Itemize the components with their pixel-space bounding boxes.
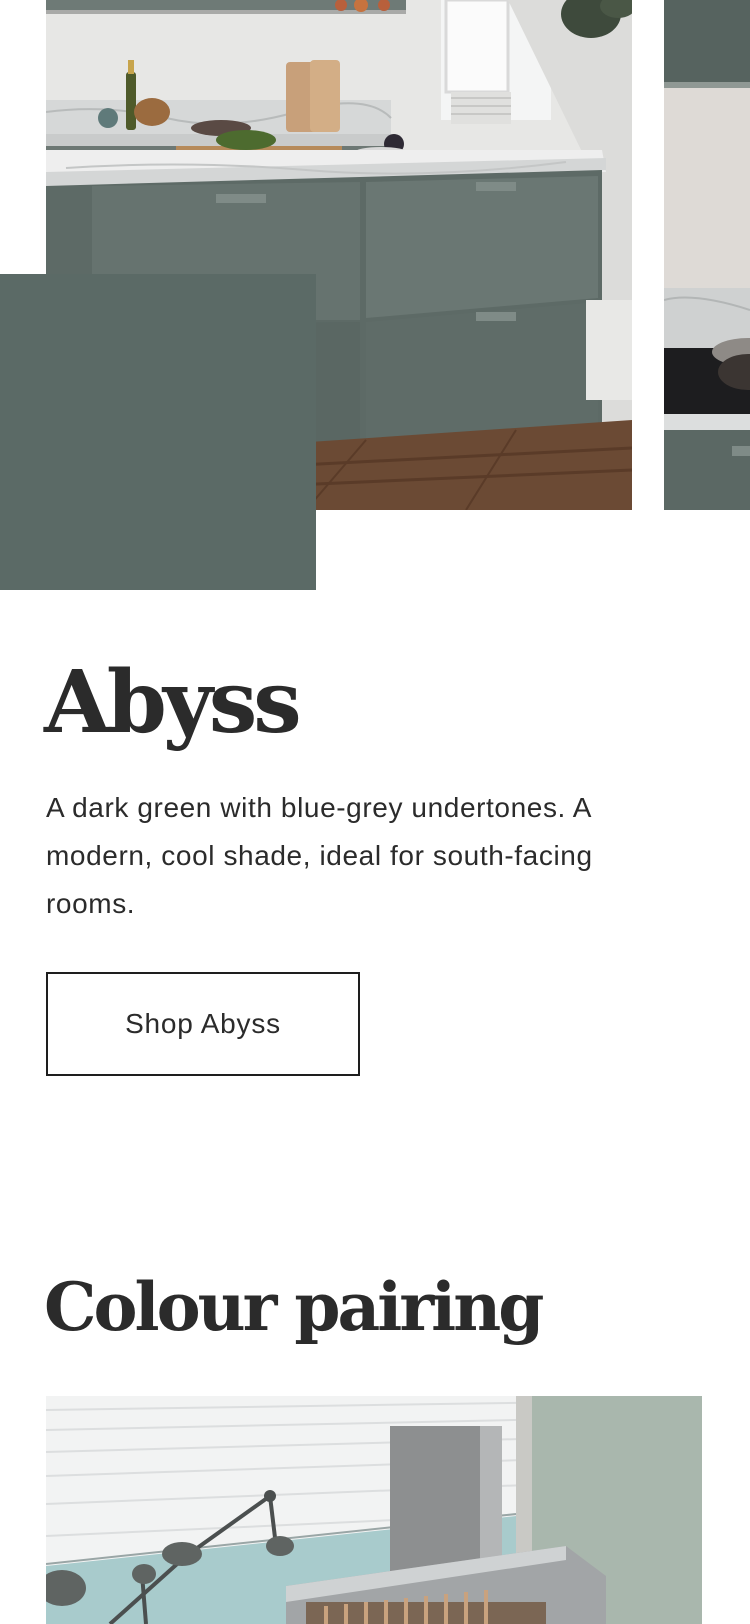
colour-name-heading: Abyss xyxy=(44,652,302,753)
colour-description: A dark green with blue-grey undertones. … xyxy=(46,792,593,919)
shop-colour-button[interactable]: Shop Abyss xyxy=(46,972,360,1076)
colour-swatch xyxy=(0,274,316,590)
colour-pairing-heading: Colour pairing xyxy=(44,1268,544,1346)
next-slide-photo[interactable] xyxy=(664,0,750,510)
hero-carousel[interactable] xyxy=(0,0,750,590)
colour-pairing-photo[interactable] xyxy=(46,1396,702,1624)
shop-colour-button-label: Shop Abyss xyxy=(125,1008,281,1039)
